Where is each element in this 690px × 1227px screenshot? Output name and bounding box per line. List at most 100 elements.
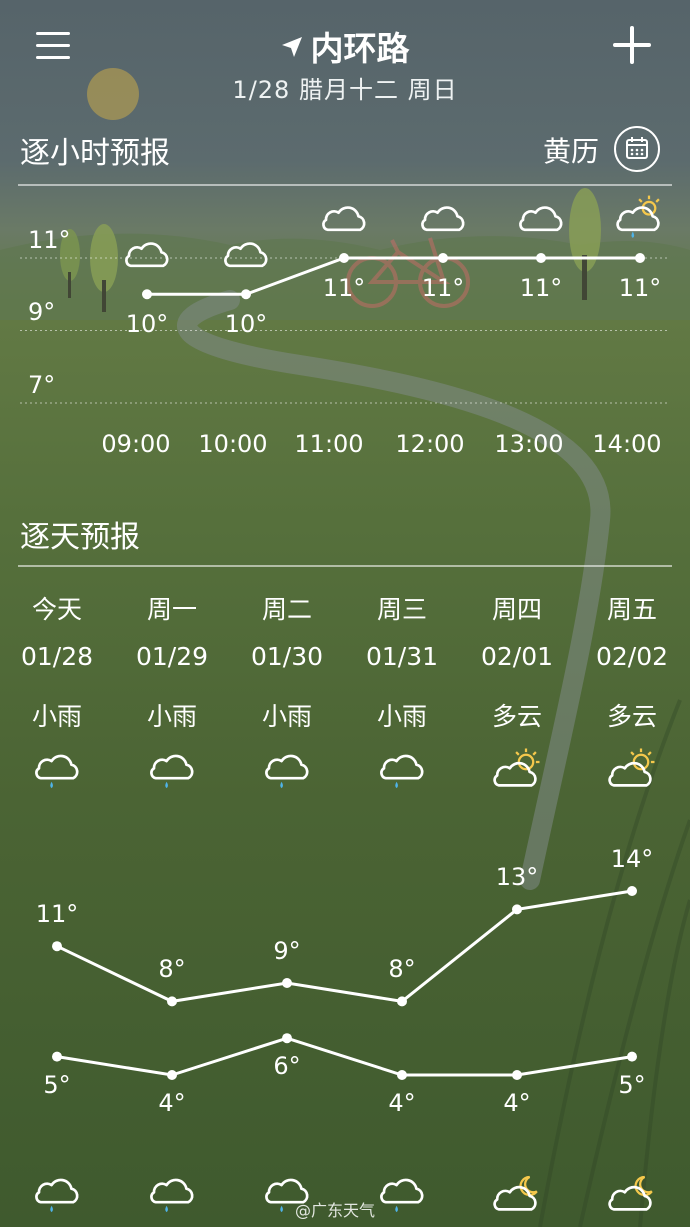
low-temp-point xyxy=(627,1051,637,1062)
low-temp-point xyxy=(397,1070,407,1080)
day-of-week: 周四 xyxy=(491,595,542,624)
watermark: @广东天气 xyxy=(295,1201,376,1220)
day-icon-wrap xyxy=(30,744,84,802)
high-temp-line xyxy=(56,889,633,1003)
light-rain-icon xyxy=(380,754,424,789)
high-temp-label: 9° xyxy=(273,937,301,965)
partly-cloudy-rain-icon xyxy=(616,195,660,238)
day-icon-wrap xyxy=(490,744,544,802)
hourly-icon-wrap xyxy=(219,228,273,286)
day-date: 01/28 xyxy=(20,642,94,671)
calendar-glyph xyxy=(626,137,648,159)
light-rain-icon xyxy=(380,1178,424,1213)
partly-cloudy-sun-icon xyxy=(493,748,540,787)
high-temp-label: 8° xyxy=(158,955,186,984)
light-rain-icon xyxy=(265,754,309,789)
night-icon-wrap xyxy=(30,1168,84,1226)
hourly-title: 逐小时预报 xyxy=(20,136,170,171)
low-temp-point xyxy=(167,1070,177,1080)
hourly-time-label: 14:00 xyxy=(592,430,662,458)
day-of-week: 周一 xyxy=(146,595,197,624)
high-temp-label: 13° xyxy=(495,863,539,892)
hourly-temp-label: 11° xyxy=(519,274,563,302)
day-condition: 多云 xyxy=(606,702,657,731)
location-arrow-icon xyxy=(281,37,302,57)
day-of-week: 周三 xyxy=(376,595,427,624)
hourly-time-label: 11:00 xyxy=(294,430,364,458)
day-icon-wrap xyxy=(605,744,659,802)
hourly-time-label: 12:00 xyxy=(395,430,465,458)
low-temp-label: 5° xyxy=(618,1070,646,1099)
location-title[interactable]: 内环路 xyxy=(0,22,690,70)
hourly-temp-label: 10° xyxy=(224,310,268,339)
calendar-icon[interactable] xyxy=(614,126,660,172)
hourly-icon-wrap xyxy=(120,228,174,286)
daily-divider xyxy=(18,565,672,567)
hourly-point xyxy=(142,289,152,300)
day-icon-wrap xyxy=(145,744,199,802)
light-rain-icon xyxy=(150,754,194,789)
date-line: 1/28 腊月十二 周日 xyxy=(232,76,458,104)
light-rain-icon xyxy=(35,754,79,789)
night-icon-wrap xyxy=(490,1168,544,1226)
low-temp-label: 5° xyxy=(43,1070,71,1099)
hourly-icon-wrap xyxy=(613,192,667,250)
day-of-week: 今天 xyxy=(31,595,82,624)
high-temp-point xyxy=(627,886,637,896)
hourly-icon-wrap xyxy=(416,192,470,250)
day-date: 02/01 xyxy=(480,642,554,671)
daily-title: 逐天预报 xyxy=(20,520,140,555)
day-icon-wrap xyxy=(375,744,429,802)
hourly-temp-label: 11° xyxy=(322,274,366,302)
day-date: 01/30 xyxy=(250,642,324,671)
day-condition: 小雨 xyxy=(31,702,82,731)
location-name: 内环路 xyxy=(310,29,410,68)
top-bar: 内环路 1/28 腊月十二 周日 xyxy=(0,0,690,110)
hourly-point xyxy=(339,253,349,263)
cloud-icon xyxy=(322,206,366,232)
hourly-point xyxy=(635,253,645,263)
day-date: 02/02 xyxy=(595,642,669,671)
high-temp-point xyxy=(512,904,522,915)
night-icon-wrap xyxy=(375,1168,429,1226)
day-of-week: 周五 xyxy=(606,595,657,624)
night-icon-wrap xyxy=(605,1168,659,1226)
low-temp-label: 6° xyxy=(273,1052,301,1081)
hourly-temp-label: 11° xyxy=(618,274,662,302)
high-temp-label: 8° xyxy=(388,955,416,984)
almanac-link[interactable]: 黄历 xyxy=(543,130,599,170)
low-temp-line xyxy=(56,1036,633,1077)
high-temp-point xyxy=(52,941,62,952)
low-temp-label: 4° xyxy=(503,1089,531,1117)
high-temp-point xyxy=(167,996,177,1007)
low-temp-label: 4° xyxy=(158,1089,186,1117)
daily-chart xyxy=(52,886,637,1080)
low-temp-point xyxy=(512,1070,522,1080)
low-temp-point xyxy=(282,1033,292,1044)
cloud-icon xyxy=(421,206,465,232)
hourly-point xyxy=(241,289,251,300)
day-condition: 小雨 xyxy=(261,702,312,731)
cloud-icon xyxy=(125,242,169,268)
day-of-week: 周二 xyxy=(261,595,312,624)
hourly-temp-label: 10° xyxy=(125,310,169,339)
hourly-point xyxy=(536,253,546,263)
high-temp-label: 11° xyxy=(35,900,79,929)
low-temp-label: 4° xyxy=(388,1089,416,1117)
night-icon-wrap xyxy=(145,1168,199,1226)
high-temp-point xyxy=(282,978,292,988)
high-temp-label: 14° xyxy=(610,845,654,873)
low-temp-point xyxy=(52,1051,62,1062)
day-date: 01/31 xyxy=(365,642,439,671)
light-rain-icon xyxy=(35,1178,79,1213)
cloud-icon xyxy=(224,242,268,268)
partly-cloudy-moon-icon xyxy=(493,1175,538,1211)
day-condition: 小雨 xyxy=(376,702,427,731)
day-condition: 多云 xyxy=(491,702,542,731)
hourly-icon-wrap xyxy=(317,192,371,250)
hourly-time-label: 13:00 xyxy=(494,430,564,458)
day-icon-wrap xyxy=(260,744,314,802)
hourly-time-label: 09:00 xyxy=(101,430,171,458)
hourly-point xyxy=(438,253,448,263)
add-city-button[interactable] xyxy=(608,22,658,72)
